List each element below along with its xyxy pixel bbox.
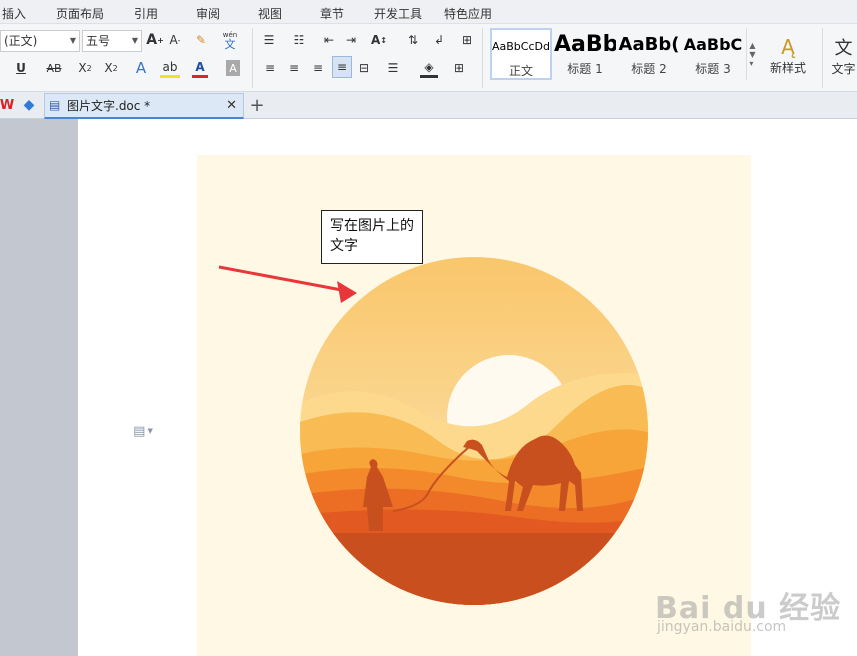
new-style-button[interactable]: Ą 新样式 — [764, 30, 812, 80]
menu-bar: 插入 页面布局 引用 审阅 视图 章节 开发工具 特色应用 — [0, 0, 857, 24]
baidu-watermark: Bai du 经验 jingyan.baidu.com — [655, 583, 841, 635]
document-tab-bar: W ◆ ▤ 图片文字.doc * ✕ + — [0, 92, 857, 119]
menu-review[interactable]: 审阅 — [196, 5, 220, 22]
style-label: 正文 — [508, 64, 533, 78]
increase-indent-icon[interactable]: ⇥ — [342, 30, 360, 50]
close-icon[interactable]: ✕ — [226, 98, 237, 113]
sort-icon[interactable]: ⇅ — [404, 30, 422, 50]
underline-icon[interactable]: U — [14, 58, 28, 78]
table-grid-icon[interactable]: ⊞ — [458, 30, 476, 50]
font-name-value: (正文) — [4, 34, 38, 48]
menu-special-apps[interactable]: 特色应用 — [444, 5, 492, 22]
paragraph-layout-icon[interactable]: ▤ ▼ — [128, 423, 158, 439]
style-heading-1[interactable]: AaBb 标题 1 — [554, 28, 616, 80]
wps-logo-icon[interactable]: W — [0, 96, 14, 114]
menu-view[interactable]: 视图 — [258, 5, 282, 22]
show-marks-icon[interactable]: ↲ — [430, 30, 448, 50]
chevron-down-icon: ▼ — [69, 36, 76, 45]
styles-scroll[interactable]: ▲ ▼ ▾ — [746, 28, 758, 80]
style-sample: AaBbCcDd — [492, 40, 550, 53]
text-tools-button[interactable]: 文 文字 — [830, 30, 857, 80]
style-label: 标题 3 — [695, 62, 731, 76]
borders-icon[interactable]: ⊞ — [450, 58, 468, 78]
superscript-icon[interactable]: X2 — [76, 58, 94, 78]
menu-page-layout[interactable]: 页面布局 — [56, 5, 104, 22]
distribute-icon[interactable]: ⊟ — [356, 58, 372, 78]
grow-font-icon[interactable]: A + — [146, 30, 164, 50]
chevron-down-icon: ▼ — [131, 36, 138, 45]
text-tools-label: 文字 — [831, 61, 856, 76]
menu-developer-tools[interactable]: 开发工具 — [374, 5, 422, 22]
shading-icon[interactable]: ◈ — [420, 58, 438, 78]
style-sample: AaBbC — [683, 35, 743, 54]
phonetic-char: 文 — [224, 38, 236, 51]
highlight-icon[interactable]: ab — [160, 58, 180, 78]
subscript-icon[interactable]: X2 — [102, 58, 120, 78]
new-style-label: 新样式 — [769, 60, 806, 75]
char-shading-icon[interactable]: A — [226, 60, 240, 76]
text-box-content[interactable]: 写在图片上的文字 — [330, 218, 414, 254]
decrease-indent-icon[interactable]: ⇤ — [320, 30, 338, 50]
divider — [482, 28, 483, 88]
desert-illustration — [218, 257, 648, 605]
style-heading-3[interactable]: AaBbC 标题 3 — [682, 28, 744, 80]
text-effect-icon[interactable]: A — [132, 58, 150, 78]
text-tools-icon: 文 — [834, 37, 853, 59]
desert-camel-image[interactable] — [197, 155, 751, 656]
align-right-icon[interactable]: ≡ — [310, 58, 326, 78]
menu-insert[interactable]: 插入 — [2, 5, 26, 22]
style-sample: AaBb — [554, 32, 616, 57]
strikethrough-icon[interactable]: AB — [44, 58, 64, 78]
style-label: 标题 1 — [567, 62, 603, 76]
align-left-icon[interactable]: ≡ — [262, 58, 278, 78]
bullet-list-icon[interactable]: ☰ — [260, 30, 278, 50]
char-scale-icon[interactable]: A ↕ — [368, 30, 390, 50]
shrink-font-icon[interactable]: A- — [166, 30, 184, 50]
style-normal[interactable]: AaBbCcDd 正文 — [490, 28, 552, 80]
watermark-sub-text: jingyan.baidu.com — [657, 619, 787, 635]
clear-format-icon[interactable]: ✎ — [192, 30, 210, 50]
justify-icon[interactable]: ≡ — [332, 56, 352, 78]
divider — [822, 28, 823, 88]
font-size-select[interactable]: 五号 ▼ — [82, 30, 142, 52]
tab-document-name: 图片文字.doc * — [67, 99, 151, 113]
new-tab-plus-icon[interactable]: + — [248, 95, 266, 116]
tab-document[interactable]: ▤ 图片文字.doc * ✕ — [44, 93, 244, 119]
font-size-value: 五号 — [86, 34, 111, 48]
ribbon-toolbar: (正文) ▼ 五号 ▼ A + A- ✎ wén 文 U AB X2 X2 A ab… — [0, 24, 857, 92]
style-heading-2[interactable]: AaBb( 标题 2 — [618, 28, 680, 80]
divider — [252, 28, 253, 88]
text-box[interactable]: 写在图片上的文字 — [321, 210, 423, 264]
align-center-icon[interactable]: ≡ — [286, 58, 302, 78]
numbered-list-icon[interactable]: ☷ — [290, 30, 308, 50]
font-name-select[interactable]: (正文) ▼ — [0, 30, 80, 52]
menu-references[interactable]: 引用 — [134, 5, 158, 22]
font-color-icon[interactable]: A — [192, 58, 208, 78]
doc-file-icon: ▤ — [49, 98, 61, 112]
style-sample: AaBb( — [618, 34, 680, 55]
style-label: 标题 2 — [631, 62, 667, 76]
new-style-icon: Ą — [781, 34, 795, 59]
menu-chapter[interactable]: 章节 — [320, 5, 344, 22]
left-gutter — [0, 119, 78, 656]
phonetic-guide-icon[interactable]: wén 文 — [218, 28, 242, 52]
line-spacing-icon[interactable]: ☰ — [384, 58, 402, 78]
cube-icon[interactable]: ◆ — [20, 96, 38, 114]
